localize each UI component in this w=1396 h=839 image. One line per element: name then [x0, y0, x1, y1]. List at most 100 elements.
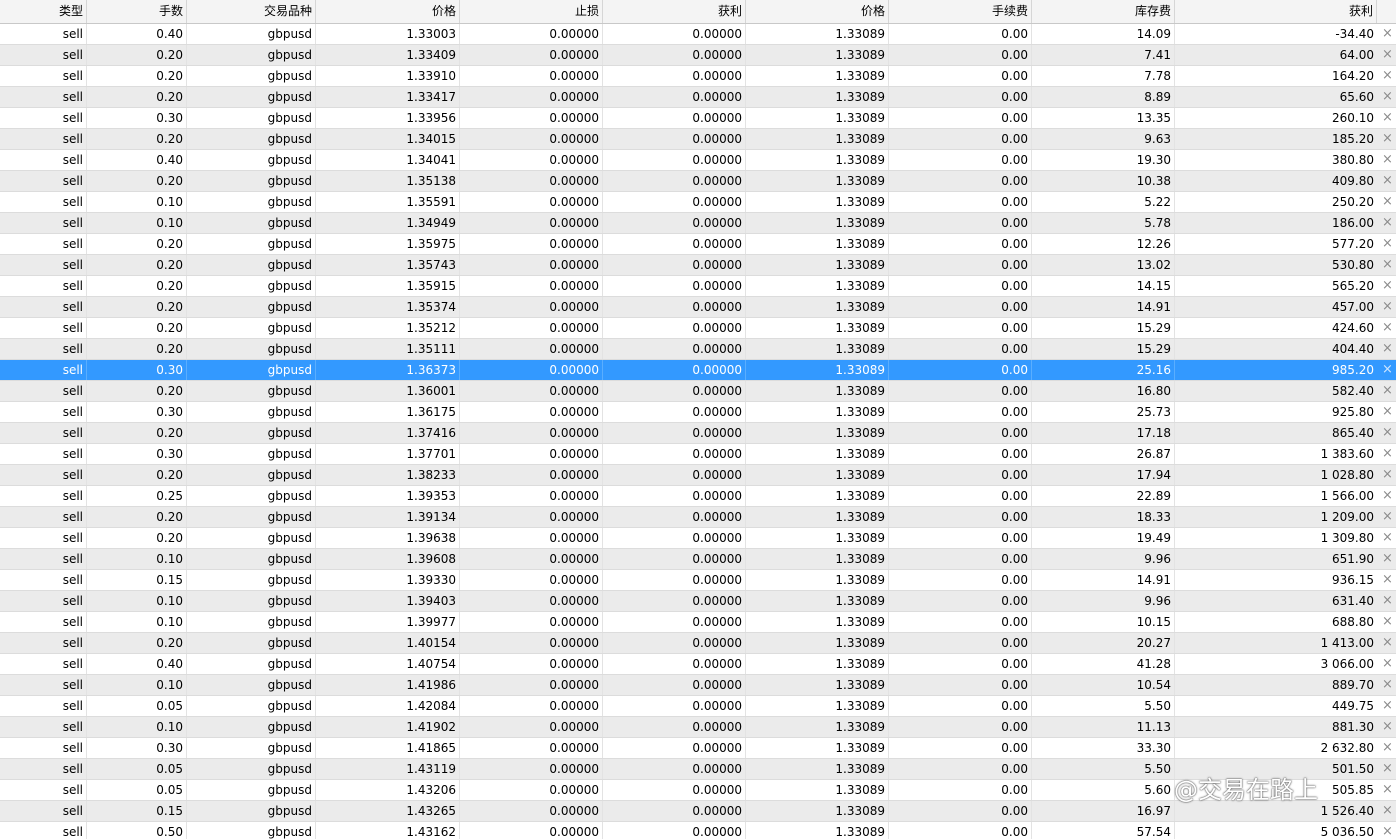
table-row[interactable]: sell 0.20 gbpusd 1.33409 0.00000 0.00000 1.330… — [0, 45, 1396, 66]
lots-cell: 0.15 — [87, 570, 187, 590]
table-row[interactable]: sell 0.05 gbpusd 1.42084 0.00000 0.00000 1.330… — [0, 696, 1396, 717]
table-row[interactable]: sell 0.10 gbpusd 1.41986 0.00000 0.00000 1.330… — [0, 675, 1396, 696]
table-row[interactable]: sell 0.20 gbpusd 1.35975 0.00000 0.00000 1.330… — [0, 234, 1396, 255]
table-row[interactable]: sell 0.10 gbpusd 1.34949 0.00000 0.00000 1.330… — [0, 213, 1396, 234]
table-row[interactable]: sell 0.20 gbpusd 1.33417 0.00000 0.00000 1.330… — [0, 87, 1396, 108]
close-position-icon[interactable]: × — [1379, 570, 1396, 590]
table-row[interactable]: sell 0.20 gbpusd 1.40154 0.00000 0.00000 1.330… — [0, 633, 1396, 654]
table-row[interactable]: sell 0.20 gbpusd 1.35138 0.00000 0.00000 1.330… — [0, 171, 1396, 192]
close-position-icon[interactable]: × — [1379, 297, 1396, 317]
table-row[interactable]: sell 0.20 gbpusd 1.38233 0.00000 0.00000 1.330… — [0, 465, 1396, 486]
header-commission[interactable]: 手续费 — [889, 0, 1032, 23]
swap-cell: 9.63 — [1032, 129, 1175, 149]
commission-cell: 0.00 — [889, 276, 1032, 296]
table-row[interactable]: sell 0.10 gbpusd 1.39608 0.00000 0.00000 1.330… — [0, 549, 1396, 570]
header-current-price[interactable]: 价格 — [746, 0, 889, 23]
table-row[interactable]: sell 0.10 gbpusd 1.35591 0.00000 0.00000 1.330… — [0, 192, 1396, 213]
table-row[interactable]: sell 0.20 gbpusd 1.35743 0.00000 0.00000 1.330… — [0, 255, 1396, 276]
close-position-icon[interactable]: × — [1379, 171, 1396, 191]
close-position-icon[interactable]: × — [1379, 633, 1396, 653]
table-row[interactable]: sell 0.10 gbpusd 1.39977 0.00000 0.00000 1.330… — [0, 612, 1396, 633]
close-position-icon[interactable]: × — [1379, 381, 1396, 401]
close-position-icon[interactable]: × — [1379, 675, 1396, 695]
table-row[interactable]: sell 0.30 gbpusd 1.41865 0.00000 0.00000 1.330… — [0, 738, 1396, 759]
open-price-cell: 1.39977 — [316, 612, 460, 632]
close-position-icon[interactable]: × — [1379, 507, 1396, 527]
close-position-icon[interactable]: × — [1379, 234, 1396, 254]
close-position-icon[interactable]: × — [1379, 591, 1396, 611]
table-row[interactable]: sell 0.30 gbpusd 1.33956 0.00000 0.00000 1.330… — [0, 108, 1396, 129]
table-row[interactable]: sell 0.30 gbpusd 1.36175 0.00000 0.00000 1.330… — [0, 402, 1396, 423]
header-lots[interactable]: 手数 — [87, 0, 187, 23]
table-row[interactable]: sell 0.20 gbpusd 1.35111 0.00000 0.00000 1.330… — [0, 339, 1396, 360]
close-position-icon[interactable]: × — [1379, 696, 1396, 716]
table-row[interactable]: sell 0.20 gbpusd 1.34015 0.00000 0.00000 1.330… — [0, 129, 1396, 150]
table-row[interactable]: sell 0.40 gbpusd 1.33003 0.00000 0.00000 1.330… — [0, 24, 1396, 45]
close-position-icon[interactable]: × — [1379, 66, 1396, 86]
lots-cell: 0.20 — [87, 423, 187, 443]
close-position-icon[interactable]: × — [1379, 360, 1396, 380]
close-position-icon[interactable]: × — [1379, 108, 1396, 128]
table-row[interactable]: sell 0.50 gbpusd 1.43162 0.00000 0.00000 1.330… — [0, 822, 1396, 839]
close-position-icon[interactable]: × — [1379, 24, 1396, 44]
table-row[interactable]: sell 0.10 gbpusd 1.41902 0.00000 0.00000 1.330… — [0, 717, 1396, 738]
close-position-icon[interactable]: × — [1379, 738, 1396, 758]
table-row[interactable]: sell 0.40 gbpusd 1.34041 0.00000 0.00000 1.330… — [0, 150, 1396, 171]
close-position-icon[interactable]: × — [1379, 612, 1396, 632]
table-row[interactable]: sell 0.20 gbpusd 1.37416 0.00000 0.00000 1.330… — [0, 423, 1396, 444]
symbol-cell: gbpusd — [187, 528, 316, 548]
close-position-icon[interactable]: × — [1379, 528, 1396, 548]
close-position-icon[interactable]: × — [1379, 465, 1396, 485]
table-row[interactable]: sell 0.30 gbpusd 1.36373 0.00000 0.00000 1.330… — [0, 360, 1396, 381]
table-row[interactable]: sell 0.25 gbpusd 1.39353 0.00000 0.00000 1.330… — [0, 486, 1396, 507]
type-cell: sell — [0, 129, 87, 149]
header-profit[interactable]: 获利 — [1175, 0, 1377, 23]
header-symbol[interactable]: 交易品种 — [187, 0, 316, 23]
close-position-icon[interactable]: × — [1379, 318, 1396, 338]
close-position-icon[interactable]: × — [1379, 45, 1396, 65]
close-position-icon[interactable]: × — [1379, 444, 1396, 464]
table-row[interactable]: sell 0.30 gbpusd 1.37701 0.00000 0.00000 1.330… — [0, 444, 1396, 465]
stop-loss-cell: 0.00000 — [460, 45, 603, 65]
header-stop-loss[interactable]: 止损 — [460, 0, 603, 23]
header-open-price[interactable]: 价格 — [316, 0, 460, 23]
close-position-icon[interactable]: × — [1379, 486, 1396, 506]
open-price-cell: 1.35975 — [316, 234, 460, 254]
close-position-icon[interactable]: × — [1379, 822, 1396, 839]
symbol-cell: gbpusd — [187, 192, 316, 212]
table-row[interactable]: sell 0.10 gbpusd 1.39403 0.00000 0.00000 1.330… — [0, 591, 1396, 612]
close-position-icon[interactable]: × — [1379, 255, 1396, 275]
close-position-icon[interactable]: × — [1379, 192, 1396, 212]
header-swap[interactable]: 库存费 — [1032, 0, 1175, 23]
close-position-icon[interactable]: × — [1379, 759, 1396, 779]
table-row[interactable]: sell 0.20 gbpusd 1.35374 0.00000 0.00000 1.330… — [0, 297, 1396, 318]
table-row[interactable]: sell 0.20 gbpusd 1.39134 0.00000 0.00000 1.330… — [0, 507, 1396, 528]
close-position-icon[interactable]: × — [1379, 129, 1396, 149]
close-position-icon[interactable]: × — [1379, 549, 1396, 569]
current-price-cell: 1.33089 — [746, 570, 889, 590]
close-position-icon[interactable]: × — [1379, 276, 1396, 296]
table-row[interactable]: sell 0.20 gbpusd 1.39638 0.00000 0.00000 1.330… — [0, 528, 1396, 549]
header-take-profit[interactable]: 获利 — [603, 0, 746, 23]
symbol-cell: gbpusd — [187, 24, 316, 44]
close-position-icon[interactable]: × — [1379, 402, 1396, 422]
header-type[interactable]: 类型 — [0, 0, 87, 23]
close-position-icon[interactable]: × — [1379, 87, 1396, 107]
table-row[interactable]: sell 0.20 gbpusd 1.33910 0.00000 0.00000 1.330… — [0, 66, 1396, 87]
close-position-icon[interactable]: × — [1379, 150, 1396, 170]
table-row[interactable]: sell 0.40 gbpusd 1.40754 0.00000 0.00000 1.330… — [0, 654, 1396, 675]
table-row[interactable]: sell 0.20 gbpusd 1.35212 0.00000 0.00000 1.330… — [0, 318, 1396, 339]
close-position-icon[interactable]: × — [1379, 339, 1396, 359]
close-position-icon[interactable]: × — [1379, 801, 1396, 821]
take-profit-cell: 0.00000 — [603, 465, 746, 485]
table-row[interactable]: sell 0.15 gbpusd 1.39330 0.00000 0.00000 1.330… — [0, 570, 1396, 591]
table-row[interactable]: sell 0.20 gbpusd 1.36001 0.00000 0.00000 1.330… — [0, 381, 1396, 402]
close-position-icon[interactable]: × — [1379, 654, 1396, 674]
close-position-icon[interactable]: × — [1379, 780, 1396, 800]
close-position-icon[interactable]: × — [1379, 717, 1396, 737]
close-position-icon[interactable]: × — [1379, 423, 1396, 443]
close-position-icon[interactable]: × — [1379, 213, 1396, 233]
stop-loss-cell: 0.00000 — [460, 276, 603, 296]
commission-cell: 0.00 — [889, 108, 1032, 128]
table-row[interactable]: sell 0.20 gbpusd 1.35915 0.00000 0.00000 1.330… — [0, 276, 1396, 297]
